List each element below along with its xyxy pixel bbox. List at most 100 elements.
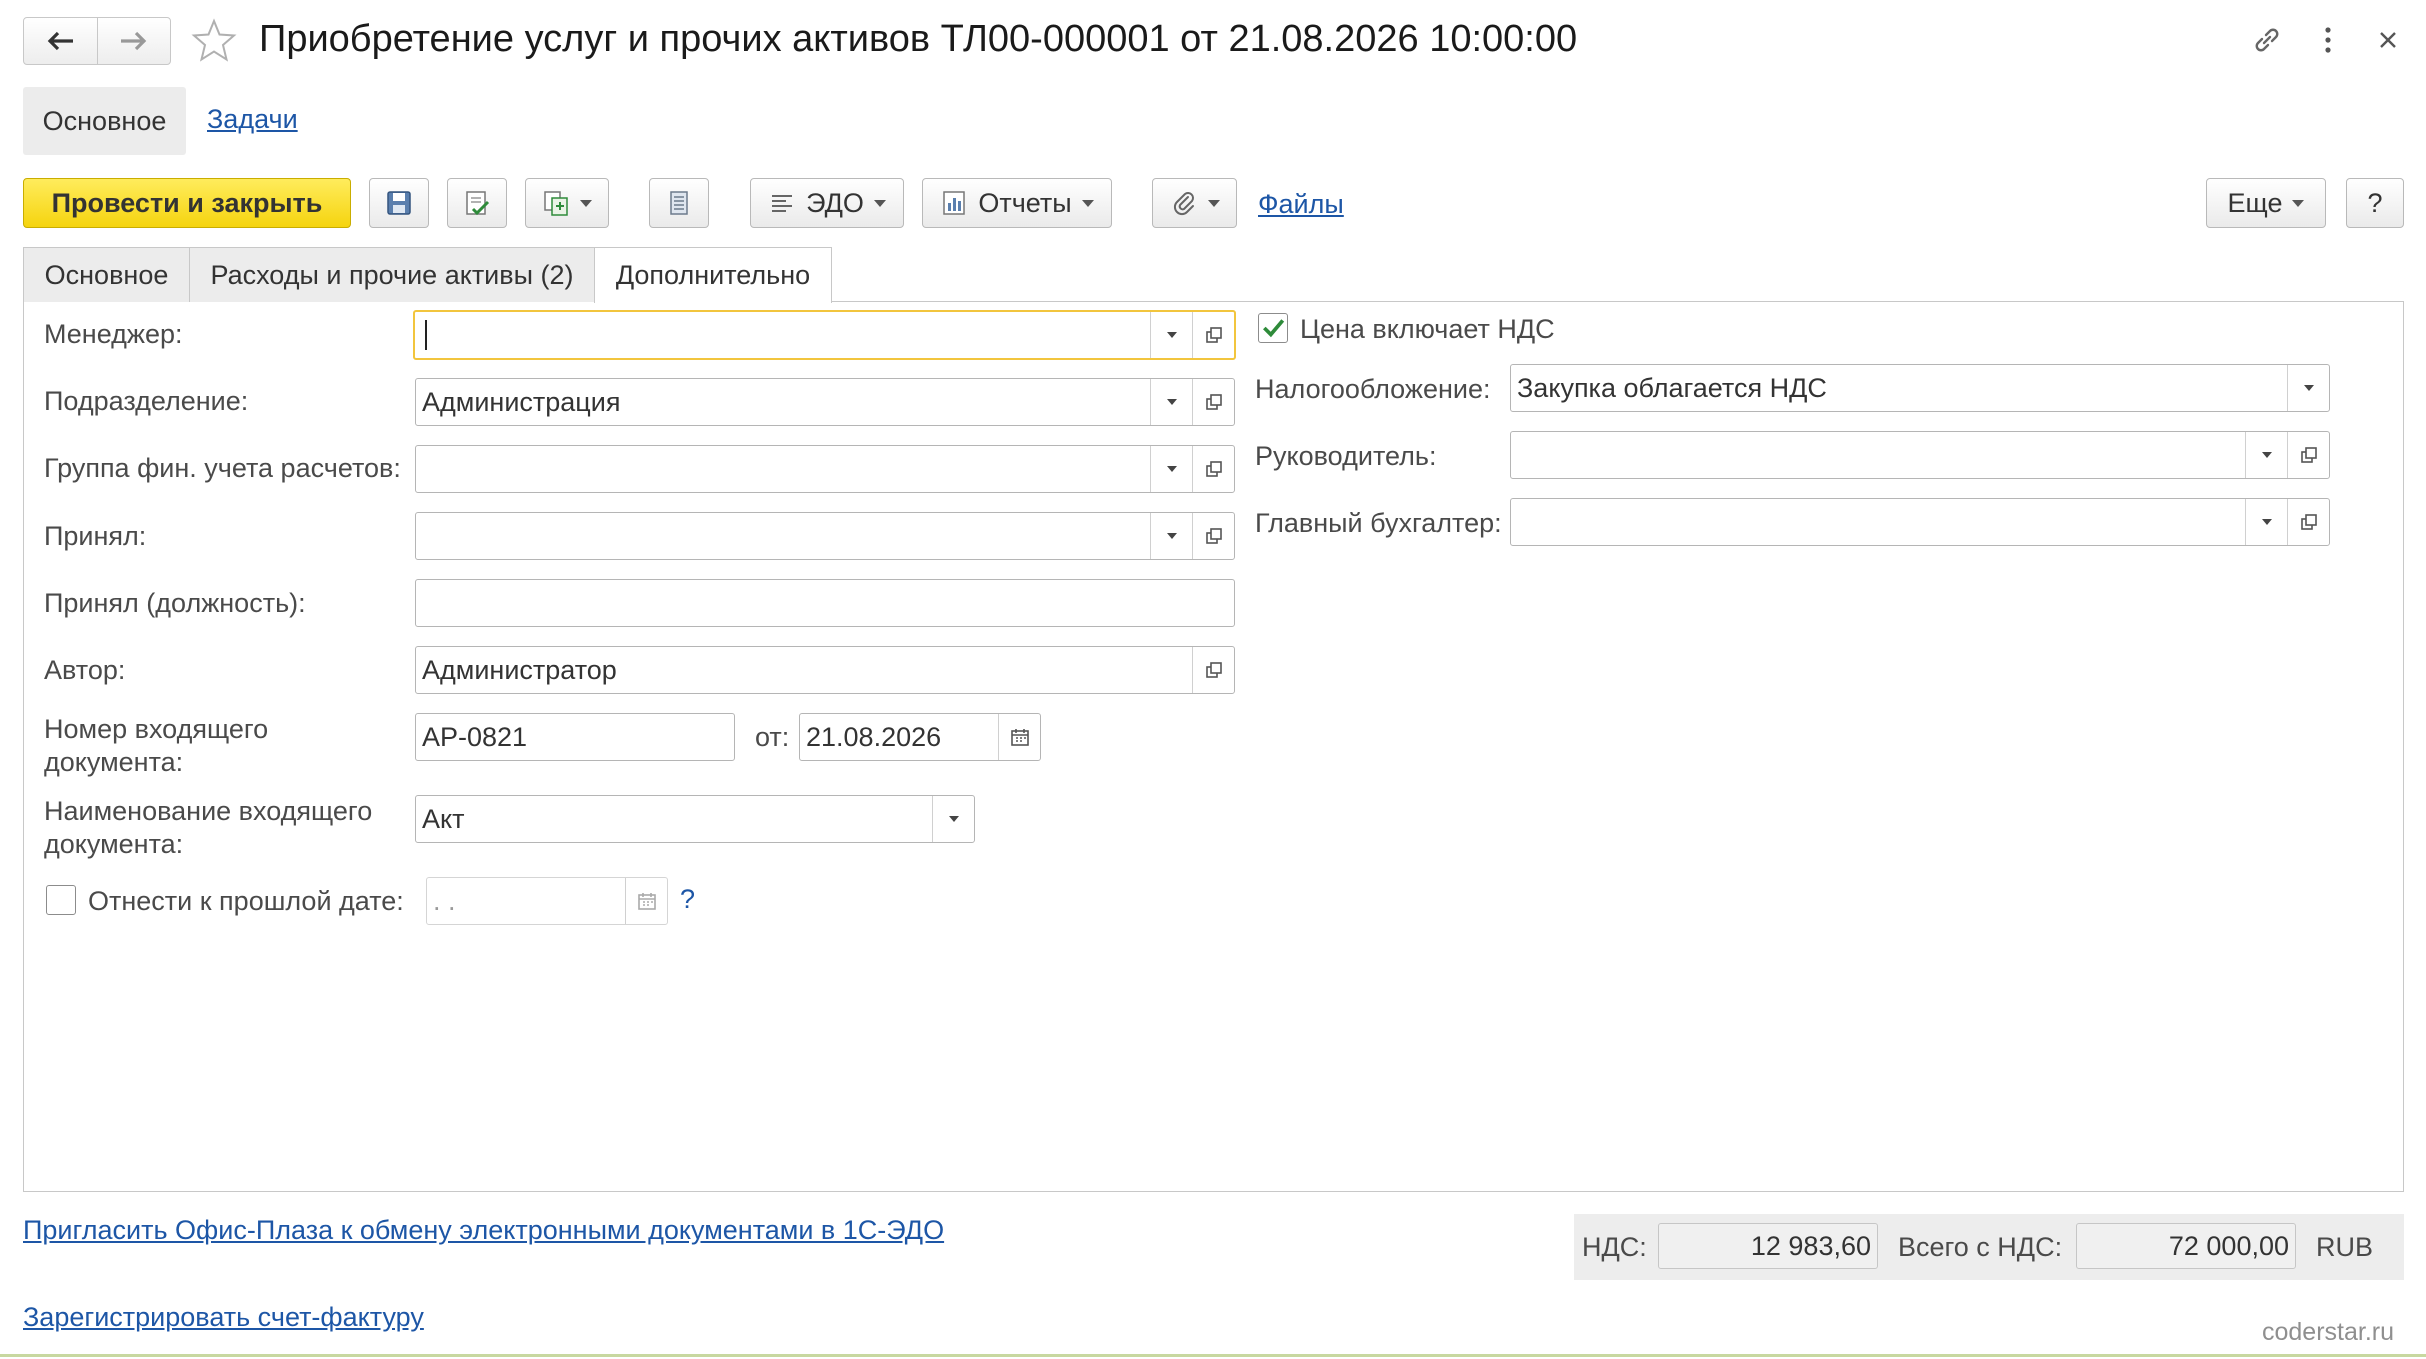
kebab-menu-icon[interactable]	[2310, 22, 2346, 58]
incoming-name-dropdown-button[interactable]	[932, 796, 974, 842]
invite-edo-link[interactable]: Пригласить Офис-Плаза к обмену электронн…	[23, 1215, 944, 1246]
reports-button[interactable]: Отчеты	[922, 178, 1112, 228]
star-icon[interactable]	[190, 17, 238, 65]
accepted-field[interactable]	[415, 512, 1235, 560]
incoming-date-input[interactable]: 21.08.2026	[800, 714, 998, 760]
head-field[interactable]	[1510, 431, 2330, 479]
open-icon	[1205, 528, 1222, 544]
edo-icon	[772, 195, 793, 212]
more-label: Еще	[2227, 187, 2283, 218]
incoming-name-field[interactable]: Акт	[415, 795, 975, 843]
chief-accountant-dropdown-button[interactable]	[2245, 499, 2287, 545]
open-icon	[2300, 447, 2317, 463]
open-icon	[1205, 327, 1222, 343]
total-label: Всего с НДС:	[1898, 1232, 2063, 1262]
price-includes-vat-checkbox[interactable]	[1258, 313, 1288, 343]
chief-accountant-open-button[interactable]	[2287, 499, 2329, 545]
tab-expenses[interactable]: Расходы и прочие активы (2)	[189, 247, 595, 302]
past-date-help-link[interactable]: ?	[680, 884, 695, 915]
incoming-name-input[interactable]: Акт	[416, 796, 932, 842]
department-input[interactable]: Администрация	[416, 379, 1150, 425]
register-invoice-link[interactable]: Зарегистрировать счет-фактуру	[23, 1302, 424, 1333]
vat-value: 12 983,60	[1658, 1223, 1878, 1269]
accepted-dropdown-button[interactable]	[1150, 513, 1192, 559]
reports-label: Отчеты	[978, 187, 1072, 218]
save-icon	[387, 191, 411, 215]
manager-input[interactable]	[415, 312, 1150, 358]
post-button[interactable]	[447, 178, 507, 228]
chief-accountant-field[interactable]	[1510, 498, 2330, 546]
fin-group-label: Группа фин. учета расчетов:	[44, 453, 401, 483]
watermark: coderstar.ru	[2262, 1318, 2395, 1346]
accepted-position-label: Принял (должность):	[44, 588, 306, 618]
past-date-checkbox[interactable]	[46, 885, 76, 915]
department-dropdown-button[interactable]	[1150, 379, 1192, 425]
accepted-input[interactable]	[416, 513, 1150, 559]
from-label: от:	[755, 722, 790, 752]
chevron-down-icon	[948, 816, 959, 822]
incoming-number-field[interactable]: АР-0821	[415, 713, 735, 761]
more-button[interactable]: Еще	[2206, 178, 2326, 228]
fin-group-field[interactable]	[415, 445, 1235, 493]
open-icon	[1205, 394, 1222, 410]
chevron-down-icon	[1166, 466, 1177, 472]
chief-accountant-input[interactable]	[1511, 499, 2245, 545]
post-and-close-button[interactable]: Провести и закрыть	[23, 178, 351, 228]
help-button[interactable]: ?	[2346, 178, 2404, 228]
accepted-position-input[interactable]	[416, 580, 1234, 626]
save-button[interactable]	[369, 178, 429, 228]
link-icon[interactable]	[2249, 22, 2285, 58]
taxation-dropdown-button[interactable]	[2287, 365, 2329, 411]
head-open-button[interactable]	[2287, 432, 2329, 478]
chevron-down-icon	[1166, 332, 1177, 338]
incoming-number-input[interactable]: АР-0821	[416, 714, 734, 760]
department-field[interactable]: Администрация	[415, 378, 1235, 426]
department-open-button[interactable]	[1192, 379, 1234, 425]
accepted-position-field[interactable]	[415, 579, 1235, 627]
print-button[interactable]	[649, 178, 709, 228]
chevron-down-icon	[1207, 199, 1220, 207]
past-date-input: . .	[433, 885, 456, 916]
incoming-date-calendar-button[interactable]	[998, 714, 1040, 760]
manager-field[interactable]	[413, 310, 1236, 360]
chevron-down-icon	[1166, 399, 1177, 405]
manager-open-button[interactable]	[1192, 312, 1234, 358]
author-field[interactable]: Администратор	[415, 646, 1235, 694]
navigation-buttons	[23, 17, 171, 65]
author-input[interactable]: Администратор	[416, 647, 1192, 693]
tab-main[interactable]: Основное	[23, 247, 190, 302]
back-button[interactable]	[24, 18, 97, 64]
past-date-field: . .	[426, 877, 668, 925]
head-input[interactable]	[1511, 432, 2245, 478]
accepted-open-button[interactable]	[1192, 513, 1234, 559]
tab-additional[interactable]: Дополнительно	[594, 247, 832, 303]
author-open-button[interactable]	[1192, 647, 1234, 693]
department-label: Подразделение:	[44, 386, 249, 416]
create-based-icon	[544, 191, 568, 216]
taxation-input[interactable]: Закупка облагается НДС	[1511, 365, 2287, 411]
attach-button[interactable]	[1152, 178, 1237, 228]
fin-group-input[interactable]	[416, 446, 1150, 492]
manager-dropdown-button[interactable]	[1150, 312, 1192, 358]
close-icon[interactable]	[2370, 22, 2406, 58]
page-title: Приобретение услуг и прочих активов ТЛ00…	[259, 18, 1578, 60]
incoming-date-field[interactable]: 21.08.2026	[799, 713, 1041, 761]
create-based-on-button[interactable]	[525, 178, 609, 228]
paperclip-icon	[1173, 192, 1194, 216]
fin-group-dropdown-button[interactable]	[1150, 446, 1192, 492]
arrow-left-icon	[47, 31, 74, 51]
text-cursor	[425, 320, 427, 350]
section-tasks-link[interactable]: Задачи	[207, 104, 298, 135]
head-dropdown-button[interactable]	[2245, 432, 2287, 478]
section-main[interactable]: Основное	[23, 87, 186, 155]
edo-label: ЭДО	[806, 187, 864, 218]
past-date-calendar-button	[625, 878, 667, 924]
edo-button[interactable]: ЭДО	[750, 178, 904, 228]
forward-button[interactable]	[96, 18, 171, 64]
files-link[interactable]: Файлы	[1258, 189, 1344, 220]
chevron-down-icon	[580, 199, 592, 207]
fin-group-open-button[interactable]	[1192, 446, 1234, 492]
open-icon	[1205, 662, 1222, 678]
taxation-label: Налогообложение:	[1255, 374, 1491, 404]
taxation-field[interactable]: Закупка облагается НДС	[1510, 364, 2330, 412]
